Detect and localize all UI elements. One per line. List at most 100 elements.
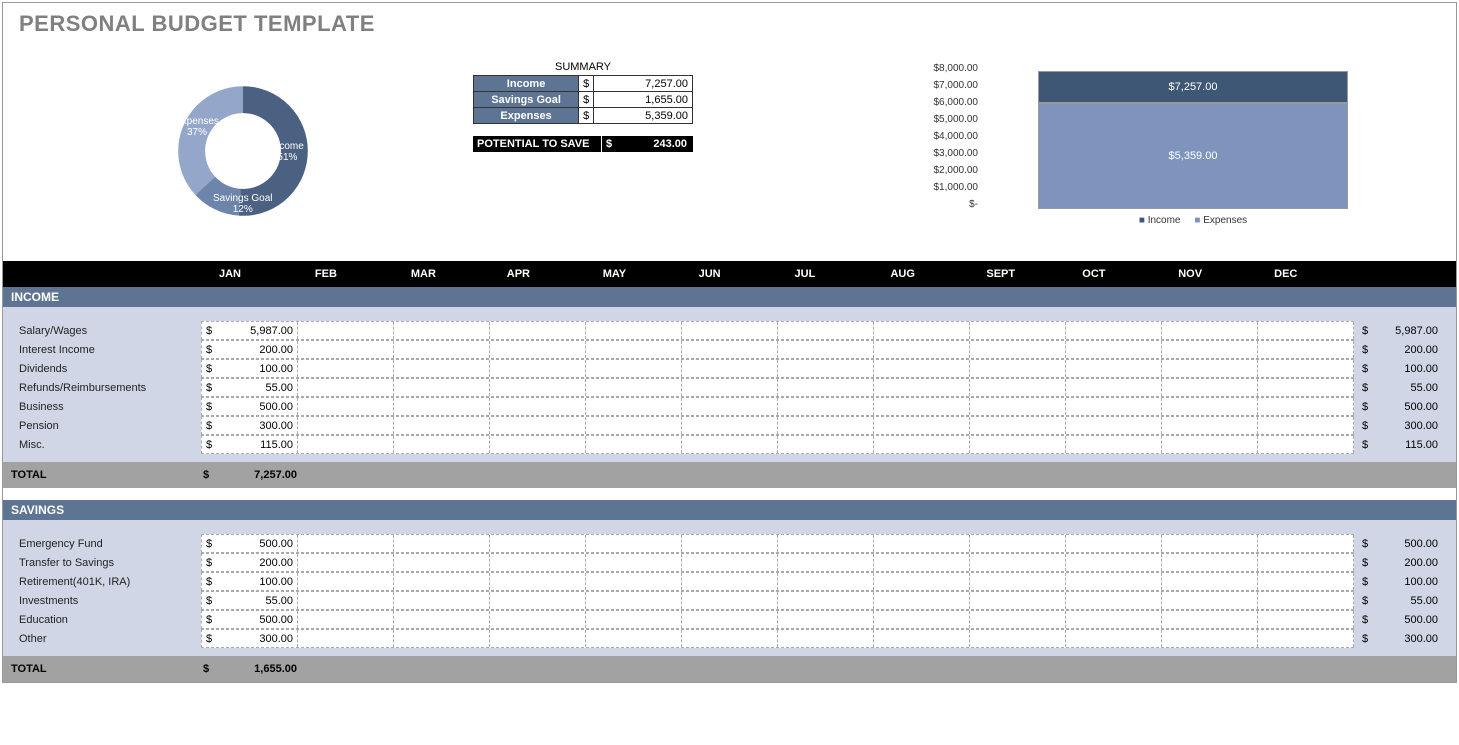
cell[interactable]: [490, 322, 586, 339]
cell[interactable]: [394, 417, 490, 434]
cell[interactable]: [490, 379, 586, 396]
cell[interactable]: [1066, 398, 1162, 415]
cell[interactable]: [394, 592, 490, 609]
cell[interactable]: [1258, 398, 1354, 415]
cell[interactable]: [394, 554, 490, 571]
cell[interactable]: [586, 417, 682, 434]
cell[interactable]: [682, 341, 778, 358]
cell[interactable]: [1162, 592, 1258, 609]
cell[interactable]: [778, 592, 874, 609]
cell[interactable]: [394, 398, 490, 415]
cell[interactable]: [682, 554, 778, 571]
cell[interactable]: [1162, 630, 1258, 647]
cell[interactable]: [778, 398, 874, 415]
cell[interactable]: $300.00: [202, 417, 298, 434]
cell[interactable]: [1066, 554, 1162, 571]
cell[interactable]: [490, 592, 586, 609]
cell[interactable]: [394, 379, 490, 396]
cell[interactable]: [874, 360, 970, 377]
cell[interactable]: [490, 573, 586, 590]
cell[interactable]: [1258, 592, 1354, 609]
cell[interactable]: [1162, 573, 1258, 590]
cell[interactable]: [298, 436, 394, 453]
cell[interactable]: [1162, 535, 1258, 552]
cell[interactable]: [970, 592, 1066, 609]
cell[interactable]: [1162, 398, 1258, 415]
cell[interactable]: [298, 322, 394, 339]
cell[interactable]: [970, 535, 1066, 552]
cell[interactable]: [586, 379, 682, 396]
cell[interactable]: [682, 398, 778, 415]
cell[interactable]: [682, 322, 778, 339]
cell[interactable]: [490, 554, 586, 571]
cell[interactable]: [778, 360, 874, 377]
cell[interactable]: [682, 360, 778, 377]
cell[interactable]: [874, 630, 970, 647]
cell[interactable]: [490, 360, 586, 377]
cell[interactable]: [1066, 630, 1162, 647]
cell[interactable]: [778, 341, 874, 358]
cell[interactable]: [682, 379, 778, 396]
cell[interactable]: [586, 360, 682, 377]
cell[interactable]: $500.00: [202, 611, 298, 628]
cell[interactable]: $5,987.00: [202, 322, 298, 339]
cell[interactable]: [874, 554, 970, 571]
cell[interactable]: [874, 436, 970, 453]
cell[interactable]: [874, 341, 970, 358]
cell[interactable]: [298, 554, 394, 571]
cell[interactable]: [778, 379, 874, 396]
cell[interactable]: [1258, 379, 1354, 396]
cell[interactable]: [1066, 322, 1162, 339]
cell[interactable]: [394, 360, 490, 377]
cell[interactable]: [874, 592, 970, 609]
cell[interactable]: [874, 322, 970, 339]
cell[interactable]: [970, 573, 1066, 590]
cell[interactable]: [1162, 417, 1258, 434]
cell[interactable]: $300.00: [202, 630, 298, 647]
cell[interactable]: [778, 630, 874, 647]
cell[interactable]: [874, 573, 970, 590]
cell[interactable]: [1258, 341, 1354, 358]
cell[interactable]: [298, 417, 394, 434]
cell[interactable]: [1162, 611, 1258, 628]
cell[interactable]: [1066, 573, 1162, 590]
cell[interactable]: $500.00: [202, 398, 298, 415]
cell[interactable]: [298, 573, 394, 590]
cell[interactable]: [1258, 630, 1354, 647]
cell[interactable]: [1258, 573, 1354, 590]
cell[interactable]: [1162, 554, 1258, 571]
cell[interactable]: [394, 611, 490, 628]
cell[interactable]: [1066, 436, 1162, 453]
cell[interactable]: [394, 436, 490, 453]
cell[interactable]: [394, 341, 490, 358]
cell[interactable]: [490, 398, 586, 415]
cell[interactable]: $55.00: [202, 592, 298, 609]
cell[interactable]: [970, 554, 1066, 571]
cell[interactable]: [874, 611, 970, 628]
cell[interactable]: [1066, 611, 1162, 628]
cell[interactable]: [490, 436, 586, 453]
cell[interactable]: [394, 535, 490, 552]
summary-savings-value[interactable]: 1,655.00: [594, 92, 693, 108]
cell[interactable]: $100.00: [202, 573, 298, 590]
cell[interactable]: [586, 630, 682, 647]
cell[interactable]: [490, 611, 586, 628]
cell[interactable]: [298, 535, 394, 552]
cell[interactable]: $200.00: [202, 554, 298, 571]
cell[interactable]: [778, 611, 874, 628]
cell[interactable]: [1258, 360, 1354, 377]
cell[interactable]: [1258, 436, 1354, 453]
cell[interactable]: [682, 417, 778, 434]
cell[interactable]: [586, 322, 682, 339]
cell[interactable]: [874, 379, 970, 396]
cell[interactable]: [586, 573, 682, 590]
cell[interactable]: [490, 535, 586, 552]
cell[interactable]: [394, 322, 490, 339]
cell[interactable]: [1066, 592, 1162, 609]
cell[interactable]: $100.00: [202, 360, 298, 377]
cell[interactable]: [586, 535, 682, 552]
cell[interactable]: [394, 573, 490, 590]
cell[interactable]: [970, 322, 1066, 339]
cell[interactable]: [778, 417, 874, 434]
cell[interactable]: [682, 436, 778, 453]
